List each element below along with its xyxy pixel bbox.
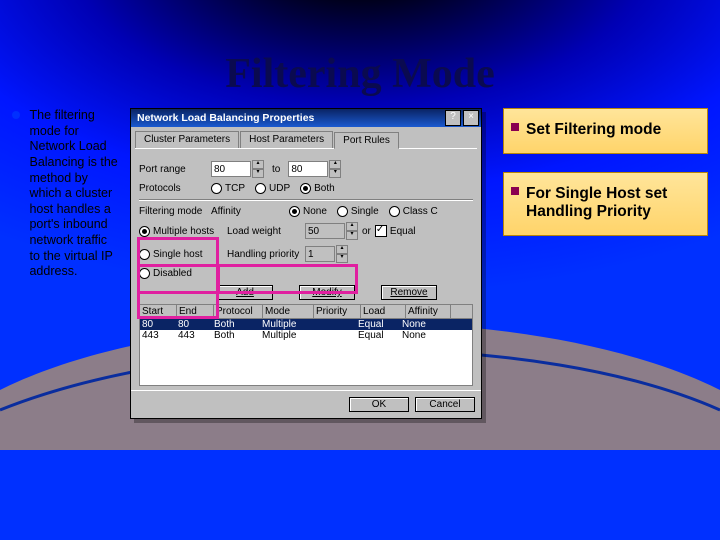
- remove-button[interactable]: Remove: [381, 285, 437, 300]
- port-to-input[interactable]: [288, 161, 328, 177]
- radio-affinity-none[interactable]: None: [289, 206, 327, 217]
- radio-affinity-single[interactable]: Single: [337, 206, 379, 217]
- bullet-text: The filtering mode for Network Load Bala…: [29, 108, 119, 280]
- port-from-spinner[interactable]: ▴▾: [211, 160, 264, 178]
- priority-input[interactable]: [305, 246, 335, 262]
- port-from-input[interactable]: [211, 161, 251, 177]
- radio-tcp[interactable]: TCP: [211, 183, 245, 194]
- loadweight-input[interactable]: [305, 223, 345, 239]
- label-or: or: [362, 226, 371, 237]
- label-equal: Equal: [390, 226, 416, 237]
- help-button[interactable]: ?: [445, 110, 461, 126]
- dialog-title: Network Load Balancing Properties: [133, 112, 443, 124]
- modify-button[interactable]: Modify: [299, 285, 355, 300]
- rules-table-header: Start End Protocol Mode Priority Load Af…: [139, 304, 473, 319]
- nlb-properties-dialog: Network Load Balancing Properties ? × Cl…: [130, 108, 482, 419]
- loadweight-spinner[interactable]: ▴▾: [305, 222, 358, 240]
- label-loadweight: Load weight: [227, 226, 305, 237]
- rules-table-blank: [139, 341, 473, 386]
- radio-both[interactable]: Both: [300, 183, 335, 194]
- port-to-spinner[interactable]: ▴▾: [288, 160, 341, 178]
- dialog-titlebar: Network Load Balancing Properties ? ×: [131, 109, 481, 127]
- label-affinity: Affinity: [211, 206, 289, 217]
- label-to: to: [272, 164, 280, 175]
- label-filtering: Filtering mode: [139, 206, 211, 217]
- label-portrange: Port range: [139, 164, 211, 175]
- table-row[interactable]: 443 443 Both Multiple Equal None: [139, 330, 473, 341]
- callout-bullet-icon: [511, 187, 519, 195]
- slide-title: Filtering Mode: [0, 0, 720, 98]
- table-row[interactable]: 80 80 Both Multiple Equal None: [139, 319, 473, 330]
- add-button[interactable]: Add: [217, 285, 273, 300]
- callout-set-filtering: Set Filtering mode: [503, 108, 708, 154]
- callout-bullet-icon: [511, 123, 519, 131]
- tab-portrules[interactable]: Port Rules: [334, 132, 399, 149]
- left-bullet: The filtering mode for Network Load Bala…: [12, 108, 124, 280]
- close-button[interactable]: ×: [463, 110, 479, 126]
- radio-disabled[interactable]: Disabled: [139, 268, 217, 279]
- callout-handling-priority: For Single Host set Handling Priority: [503, 172, 708, 236]
- cancel-button[interactable]: Cancel: [415, 397, 475, 412]
- tab-host[interactable]: Host Parameters: [240, 131, 333, 148]
- radio-affinity-classc[interactable]: Class C: [389, 206, 438, 217]
- priority-spinner[interactable]: ▴▾: [305, 245, 348, 263]
- bullet-dot: [12, 111, 20, 119]
- radio-single-host[interactable]: Single host: [139, 249, 217, 260]
- ok-button[interactable]: OK: [349, 397, 409, 412]
- tab-cluster[interactable]: Cluster Parameters: [135, 131, 239, 148]
- label-handling: Handling priority: [227, 249, 305, 260]
- checkbox-equal[interactable]: [375, 225, 387, 237]
- radio-multiple-hosts[interactable]: Multiple hosts: [139, 226, 217, 237]
- radio-udp[interactable]: UDP: [255, 183, 290, 194]
- label-protocols: Protocols: [139, 183, 211, 194]
